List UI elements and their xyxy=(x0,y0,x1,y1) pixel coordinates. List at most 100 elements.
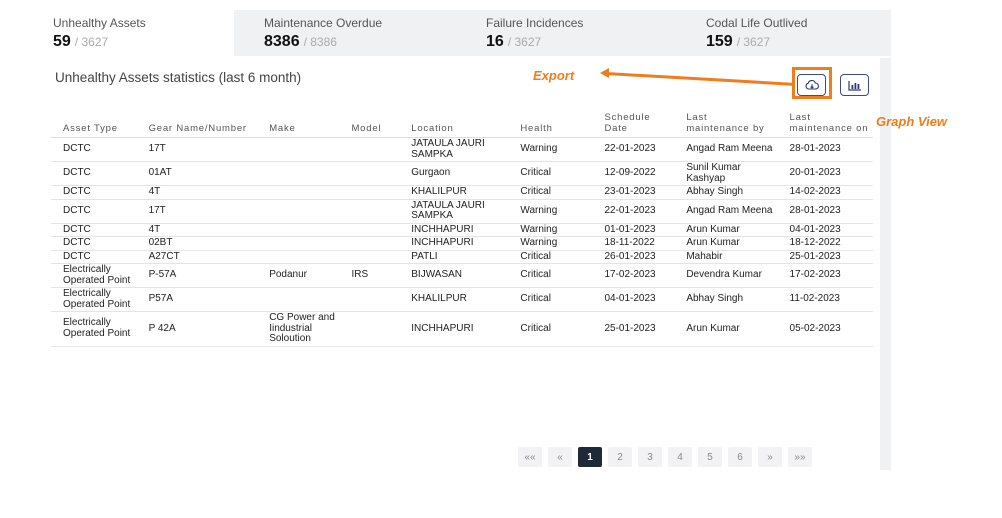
cell-make xyxy=(257,287,340,312)
cell-schedule-date: 18-11-2022 xyxy=(592,236,675,251)
stat-total: / 3627 xyxy=(507,35,542,49)
table-row[interactable]: DCTC 4T KHALILPUR Critical 23-01-2023 Abhay S… xyxy=(51,185,873,200)
cell-location: KHALILPUR xyxy=(399,287,509,312)
cell-health: Warning xyxy=(508,223,593,237)
page-button-2[interactable]: 1 xyxy=(578,447,602,467)
column-header-location[interactable]: Location xyxy=(399,95,509,138)
cell-asset-type: DCTC xyxy=(51,199,137,224)
cell-asset-type: Electrically Operated Point xyxy=(51,287,137,312)
cell-gear: P57A xyxy=(136,287,258,312)
cell-asset-type: DCTC xyxy=(51,185,137,200)
column-header-last-maintenance-by[interactable]: Last maintenance by xyxy=(674,95,778,138)
cell-last-maintenance-on: 05-02-2023 xyxy=(777,311,873,347)
cell-model xyxy=(339,236,400,251)
cell-model xyxy=(339,311,400,347)
table-row[interactable]: DCTC A27CT PATLI Critical 26-01-2023 Mahabir 2… xyxy=(51,250,873,264)
column-header-asset-type[interactable]: Asset Type xyxy=(51,95,137,138)
table-row[interactable]: DCTC 01AT Gurgaon Critical 12-09-2022 Sunil K… xyxy=(51,161,873,186)
stat-maintenance-overdue: Maintenance Overdue 8386/ 8386 xyxy=(234,10,446,56)
export-annotation: Export xyxy=(533,68,575,83)
graph-view-annotation: Graph View xyxy=(876,114,948,129)
stat-label: Unhealthy Assets xyxy=(53,16,146,30)
table-header-row: Asset Type Gear Name/Number Make Model L… xyxy=(51,95,873,138)
page-button-7[interactable]: 6 xyxy=(728,447,752,467)
cell-gear: 17T xyxy=(136,137,258,162)
table-row[interactable]: DCTC 17T JATAULA JAURI SAMPKA Warning 22-01-… xyxy=(51,137,873,162)
cell-gear: A27CT xyxy=(136,250,258,264)
panel-title: Unhealthy Assets statistics (last 6 mont… xyxy=(55,70,302,85)
stat-label: Maintenance Overdue xyxy=(264,16,383,30)
stat-total: / 3627 xyxy=(74,35,109,49)
cell-make xyxy=(257,161,340,186)
cell-last-maintenance-on: 18-12-2022 xyxy=(777,236,873,251)
cell-last-maintenance-by: Arun Kumar xyxy=(674,311,778,347)
cell-location: JATAULA JAURI SAMPKA xyxy=(399,137,509,162)
cell-gear: P-57A xyxy=(136,263,258,288)
cell-last-maintenance-by: Devendra Kumar xyxy=(674,263,778,288)
stat-label: Failure Incidences xyxy=(486,16,584,30)
cell-make: Podanur xyxy=(257,263,340,288)
cell-model xyxy=(339,287,400,312)
column-header-schedule-date[interactable]: Schedule Date xyxy=(592,95,675,138)
cell-last-maintenance-on: 28-01-2023 xyxy=(777,199,873,224)
cell-health: Critical xyxy=(508,161,593,186)
cell-last-maintenance-on: 04-01-2023 xyxy=(777,223,873,237)
table-body: DCTC 17T JATAULA JAURI SAMPKA Warning 22-01-… xyxy=(51,137,873,347)
column-header-make[interactable]: Make xyxy=(257,95,340,138)
cell-make xyxy=(257,199,340,224)
cell-health: Critical xyxy=(508,185,593,200)
stats-bar: Unhealthy Assets 59/ 3627 Maintenance Ov… xyxy=(41,10,891,56)
stat-value: 159 xyxy=(706,33,733,50)
cell-last-maintenance-by: Arun Kumar xyxy=(674,236,778,251)
cell-location: Gurgaon xyxy=(399,161,509,186)
stat-total: / 3627 xyxy=(736,35,771,49)
cell-make xyxy=(257,137,340,162)
cell-schedule-date: 23-01-2023 xyxy=(592,185,675,200)
cell-schedule-date: 01-01-2023 xyxy=(592,223,675,237)
table-row[interactable]: DCTC 02BT INCHHAPURI Warning 18-11-2022 Arun … xyxy=(51,236,873,251)
export-arrow-head xyxy=(600,68,609,78)
column-header-gear[interactable]: Gear Name/Number xyxy=(136,95,258,138)
cell-last-maintenance-by: Angad Ram Meena xyxy=(674,199,778,224)
column-header-last-maintenance-on[interactable]: Last maintenance on xyxy=(777,95,873,138)
cell-last-maintenance-by: Angad Ram Meena xyxy=(674,137,778,162)
cell-health: Warning xyxy=(508,199,593,224)
column-header-model[interactable]: Model xyxy=(339,95,400,138)
table-row[interactable]: DCTC 17T JATAULA JAURI SAMPKA Warning 22-01-… xyxy=(51,199,873,224)
cell-location: BIJWASAN xyxy=(399,263,509,288)
stat-label: Codal Life Outlived xyxy=(706,16,808,30)
cell-asset-type: DCTC xyxy=(51,161,137,186)
table-row[interactable]: Electrically Operated Point P57A KHALILPUR… xyxy=(51,287,873,312)
cell-schedule-date: 22-01-2023 xyxy=(592,137,675,162)
cell-model xyxy=(339,223,400,237)
column-header-health[interactable]: Health xyxy=(508,95,593,138)
page-button-1[interactable]: « xyxy=(548,447,572,467)
cell-location: INCHHAPURI xyxy=(399,311,509,347)
table-row[interactable]: DCTC 4T INCHHAPURI Warning 01-01-2023 Arun Ku… xyxy=(51,223,873,237)
page-button-4[interactable]: 3 xyxy=(638,447,662,467)
page-button-8[interactable]: » xyxy=(758,447,782,467)
stat-value: 8386 xyxy=(264,33,300,50)
table-row[interactable]: Electrically Operated Point P-57A Podanur I… xyxy=(51,263,873,288)
graph-view-button[interactable] xyxy=(840,74,869,96)
unhealthy-assets-table: Asset Type Gear Name/Number Make Model L… xyxy=(51,95,873,347)
cell-last-maintenance-by: Sunil Kumar Kashyap xyxy=(674,161,778,186)
cell-model xyxy=(339,137,400,162)
page-button-9[interactable]: »» xyxy=(788,447,812,467)
cell-schedule-date: 26-01-2023 xyxy=(592,250,675,264)
cell-schedule-date: 25-01-2023 xyxy=(592,311,675,347)
page-button-6[interactable]: 5 xyxy=(698,447,722,467)
page-button-0[interactable]: «« xyxy=(518,447,542,467)
cell-gear: 4T xyxy=(136,185,258,200)
page-button-5[interactable]: 4 xyxy=(668,447,692,467)
cell-model: IRS xyxy=(339,263,400,288)
page-button-3[interactable]: 2 xyxy=(608,447,632,467)
cell-last-maintenance-on: 14-02-2023 xyxy=(777,185,873,200)
table-row[interactable]: Electrically Operated Point P 42A CG Power… xyxy=(51,311,873,347)
cell-health: Critical xyxy=(508,311,593,347)
cell-asset-type: Electrically Operated Point xyxy=(51,263,137,288)
cell-location: PATLI xyxy=(399,250,509,264)
cell-model xyxy=(339,199,400,224)
cell-health: Warning xyxy=(508,137,593,162)
stat-total: / 8386 xyxy=(303,35,337,49)
